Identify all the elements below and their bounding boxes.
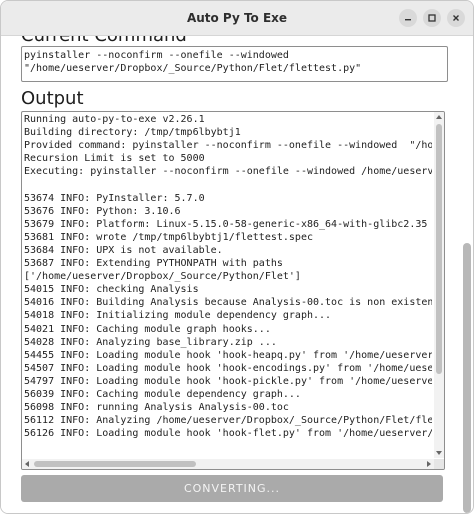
output-line: 54028 INFO: Analyzing base_library.zip .… — [24, 336, 277, 348]
output-line: 54455 INFO: Loading module hook 'hook-he… — [24, 349, 432, 361]
horizontal-scroll-thumb[interactable] — [34, 461, 196, 467]
output-line: 54018 INFO: Initializing module dependen… — [24, 310, 332, 322]
vertical-scroll-thumb[interactable] — [436, 124, 442, 374]
main-content: Current Command pyinstaller --noconfirm … — [1, 36, 473, 513]
output-line: Recursion Limit is set to 5000 — [24, 153, 205, 165]
output-horizontal-scrollbar[interactable] — [22, 459, 434, 469]
output-line: 56112 INFO: Analyzing /home/ueserver/Dro… — [24, 415, 432, 427]
output-line: 54021 INFO: Caching module graph hooks..… — [24, 323, 271, 335]
output-line: 53681 INFO: wrote /tmp/tmp6lbybtj1/flett… — [24, 231, 313, 243]
output-heading: Output — [21, 88, 84, 109]
output-line: Building directory: /tmp/tmp6lbybtj1 — [24, 127, 241, 139]
output-line: 53687 INFO: Extending PYTHONPATH with pa… — [24, 258, 283, 270]
page-scrollbar[interactable] — [463, 36, 471, 513]
convert-button[interactable]: CONVERTING... — [21, 475, 443, 502]
output-line: Provided command: pyinstaller --noconfir… — [24, 140, 432, 152]
scroll-right-arrow-icon[interactable] — [424, 459, 434, 469]
output-line: 53684 INFO: UPX is not available. — [24, 244, 223, 256]
output-textarea[interactable]: Running auto-py-to-exe v2.26.1 Building d… — [21, 111, 445, 470]
close-button[interactable] — [447, 9, 465, 27]
output-line: 56039 INFO: Caching module dependency gr… — [24, 388, 301, 400]
output-line: Executing: pyinstaller --noconfirm --one… — [24, 166, 432, 178]
command-line: "/home/ueserver/Dropbox/_Source/Python/F… — [24, 63, 362, 74]
current-command-textarea[interactable]: pyinstaller --noconfirm --onefile --wind… — [21, 46, 448, 82]
close-icon — [453, 15, 459, 21]
output-line: 56098 INFO: running Analysis Analysis-00… — [24, 402, 289, 414]
minimize-icon — [405, 19, 411, 21]
current-command-heading: Current Command — [21, 36, 187, 46]
output-line: 54015 INFO: checking Analysis — [24, 284, 199, 296]
scroll-up-arrow-icon[interactable] — [434, 112, 444, 122]
output-line: 54797 INFO: Loading module hook 'hook-pi… — [24, 375, 432, 387]
minimize-button[interactable] — [399, 9, 417, 27]
scrollbar-corner — [434, 459, 444, 469]
output-log: Running auto-py-to-exe v2.26.1 Building d… — [24, 113, 432, 455]
output-line: Running auto-py-to-exe v2.26.1 — [24, 114, 205, 125]
command-line: pyinstaller --noconfirm --onefile --wind… — [24, 50, 289, 61]
output-line: 53679 INFO: Platform: Linux-5.15.0-58-ge… — [24, 218, 428, 230]
maximize-button[interactable] — [423, 9, 441, 27]
output-line: 53674 INFO: PyInstaller: 5.7.0 — [24, 192, 205, 204]
maximize-icon — [428, 14, 436, 22]
scroll-down-arrow-icon[interactable] — [434, 448, 444, 458]
output-line: 53676 INFO: Python: 3.10.6 — [24, 205, 181, 217]
page-scroll-thumb[interactable] — [463, 243, 471, 513]
output-line: 54507 INFO: Loading module hook 'hook-en… — [24, 362, 432, 374]
scroll-left-arrow-icon[interactable] — [22, 459, 32, 469]
title-bar[interactable]: Auto Py To Exe — [1, 1, 473, 36]
output-line: 54016 INFO: Building Analysis because An… — [24, 297, 432, 309]
app-window: Auto Py To Exe Current Command pyinstall… — [0, 0, 474, 514]
output-line: 56126 INFO: Loading module hook 'hook-fl… — [24, 428, 432, 440]
output-vertical-scrollbar[interactable] — [434, 112, 444, 458]
output-line: ['/home/ueserver/Dropbox/_Source/Python/… — [24, 271, 301, 283]
